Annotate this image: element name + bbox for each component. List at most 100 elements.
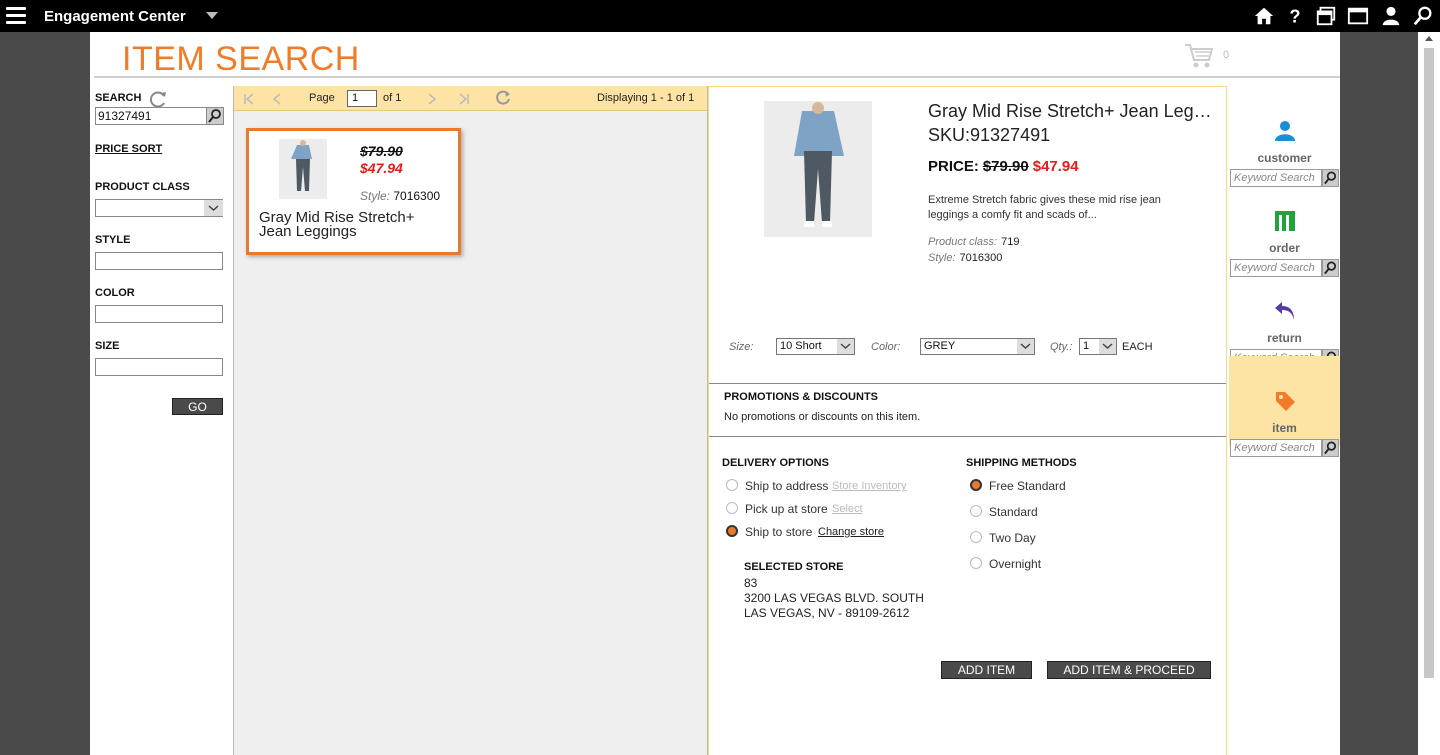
free-standard-label[interactable]: Free Standard [989, 479, 1066, 493]
nav-order-label[interactable]: order [1229, 241, 1340, 255]
style-value: 7016300 [959, 252, 1003, 264]
customer-icon [1275, 121, 1295, 141]
return-icon [1275, 302, 1294, 320]
cart-count: 0 [1223, 49, 1230, 61]
promotions-heading: PROMOTIONS & DISCOUNTS [724, 391, 879, 403]
first-page-icon[interactable] [242, 91, 258, 107]
free-standard-radio[interactable] [970, 479, 982, 491]
ship-to-address-radio[interactable] [726, 479, 738, 491]
qty-value: 1 [1083, 340, 1090, 352]
sale-price: $47.94 [360, 160, 403, 176]
result-card[interactable]: $79.90 $47.94 Style: 7016300 Gray Mid Ri… [246, 128, 461, 255]
select-store-link[interactable]: Select [832, 503, 863, 515]
item-keyword-search[interactable]: Keyword Search [1230, 439, 1322, 457]
section-divider [709, 436, 1226, 437]
windows-icon[interactable] [1315, 5, 1337, 27]
price-label: PRICE: [928, 158, 979, 175]
ship-to-address-label[interactable]: Ship to address [745, 479, 828, 493]
nav-return[interactable]: return Keyword Search [1229, 266, 1340, 367]
standard-radio[interactable] [970, 505, 982, 517]
style-label: Style: [360, 189, 391, 203]
svg-text:?: ? [1289, 5, 1300, 26]
color-value: GREY [924, 340, 956, 352]
top-bar: Engagement Center ? [0, 0, 1440, 32]
detail-product-class: Product class: 719 [928, 236, 1019, 248]
style-input[interactable] [95, 252, 223, 270]
two-day-label[interactable]: Two Day [989, 531, 1036, 545]
detail-sale-price: $47.94 [1032, 158, 1079, 175]
pick-up-at-store-label[interactable]: Pick up at store [745, 502, 828, 516]
two-day-radio[interactable] [970, 531, 982, 543]
scrollbar-thumb[interactable] [1424, 48, 1434, 678]
order-icon [1275, 211, 1295, 231]
store-inventory-link[interactable]: Store Inventory [832, 480, 907, 492]
detail-style: Style: 7016300 [928, 252, 1002, 264]
detail-description: Extreme Stretch fabric gives these mid r… [928, 194, 1161, 221]
page-scrollbar[interactable] [1418, 32, 1440, 755]
change-store-link[interactable]: Change store [818, 526, 884, 538]
nav-customer[interactable]: customer Keyword Search [1229, 86, 1340, 187]
title-divider [94, 76, 1340, 78]
pick-up-at-store-radio[interactable] [726, 502, 738, 514]
detail-original-price: $79.90 [982, 158, 1029, 175]
price-sort-link[interactable]: PRICE SORT [95, 143, 162, 155]
add-item-button[interactable]: ADD ITEM [941, 661, 1032, 679]
search-input[interactable]: 91327491 [95, 107, 207, 125]
nav-return-label[interactable]: return [1229, 331, 1340, 345]
user-icon[interactable] [1380, 5, 1402, 27]
help-icon[interactable]: ? [1284, 5, 1306, 27]
nav-order[interactable]: order Keyword Search [1229, 176, 1340, 277]
go-button[interactable]: GO [172, 398, 223, 415]
detail-product-name: Gray Mid Rise Stretch+ Jean Leggings [928, 101, 1218, 121]
page-input[interactable]: 1 [347, 90, 377, 107]
scroll-up-icon[interactable] [1425, 36, 1433, 41]
add-item-proceed-button[interactable]: ADD ITEM & PROCEED [1047, 661, 1211, 679]
home-icon[interactable] [1253, 5, 1275, 27]
product-class-label: Product class: [928, 236, 998, 248]
page-label: Page [309, 92, 335, 104]
chevron-down-icon[interactable] [206, 12, 218, 19]
nav-customer-label[interactable]: customer [1229, 151, 1340, 165]
size-input[interactable] [95, 358, 223, 376]
search-button[interactable] [206, 107, 224, 125]
reload-icon[interactable] [494, 89, 512, 107]
nav-item-label[interactable]: item [1229, 421, 1340, 435]
right-nav: customer Keyword Search order Keyword Se… [1229, 86, 1340, 755]
product-name: Gray Mid Rise Stretch+ Jean Leggings [259, 209, 415, 240]
qty-select[interactable]: 1 [1079, 338, 1117, 355]
detail-sku: SKU:91327491 [928, 125, 1051, 145]
search-icon [208, 109, 221, 123]
ship-to-store-label[interactable]: Ship to store [745, 525, 812, 539]
qty-unit: EACH [1122, 341, 1153, 353]
chevron-down-icon[interactable] [1017, 339, 1034, 354]
page-of-label: of 1 [383, 92, 402, 104]
chevron-down-icon[interactable] [837, 339, 854, 354]
color-input[interactable] [95, 305, 223, 323]
color-select[interactable]: GREY [920, 338, 1035, 355]
standard-label[interactable]: Standard [989, 505, 1038, 519]
menu-icon[interactable] [6, 7, 26, 25]
product-image [764, 101, 872, 237]
app-title[interactable]: Engagement Center [44, 8, 186, 25]
color-label: COLOR [95, 287, 135, 299]
ship-to-store-radio[interactable] [726, 525, 738, 537]
size-value: 10 Short [780, 340, 822, 352]
chevron-down-icon[interactable] [1099, 339, 1116, 354]
search-icon[interactable] [1412, 5, 1434, 27]
overnight-radio[interactable] [970, 557, 982, 569]
refresh-icon[interactable] [148, 90, 168, 108]
chevron-down-icon[interactable] [204, 200, 223, 216]
size-select[interactable]: 10 Short [776, 338, 855, 355]
item-search-button[interactable] [1322, 439, 1339, 457]
maximize-icon[interactable] [1347, 5, 1369, 27]
search-icon [1324, 441, 1337, 455]
nav-item[interactable]: item Keyword Search [1229, 356, 1340, 457]
color-label: Color: [871, 341, 901, 353]
shipping-heading: SHIPPING METHODS [966, 457, 1077, 469]
next-page-icon[interactable] [424, 91, 440, 107]
cart-icon[interactable] [1184, 42, 1214, 70]
overnight-label[interactable]: Overnight [989, 557, 1041, 571]
last-page-icon[interactable] [455, 91, 471, 107]
detail-panel: Gray Mid Rise Stretch+ Jean Leggings SKU… [708, 86, 1227, 755]
prev-page-icon[interactable] [269, 91, 285, 107]
